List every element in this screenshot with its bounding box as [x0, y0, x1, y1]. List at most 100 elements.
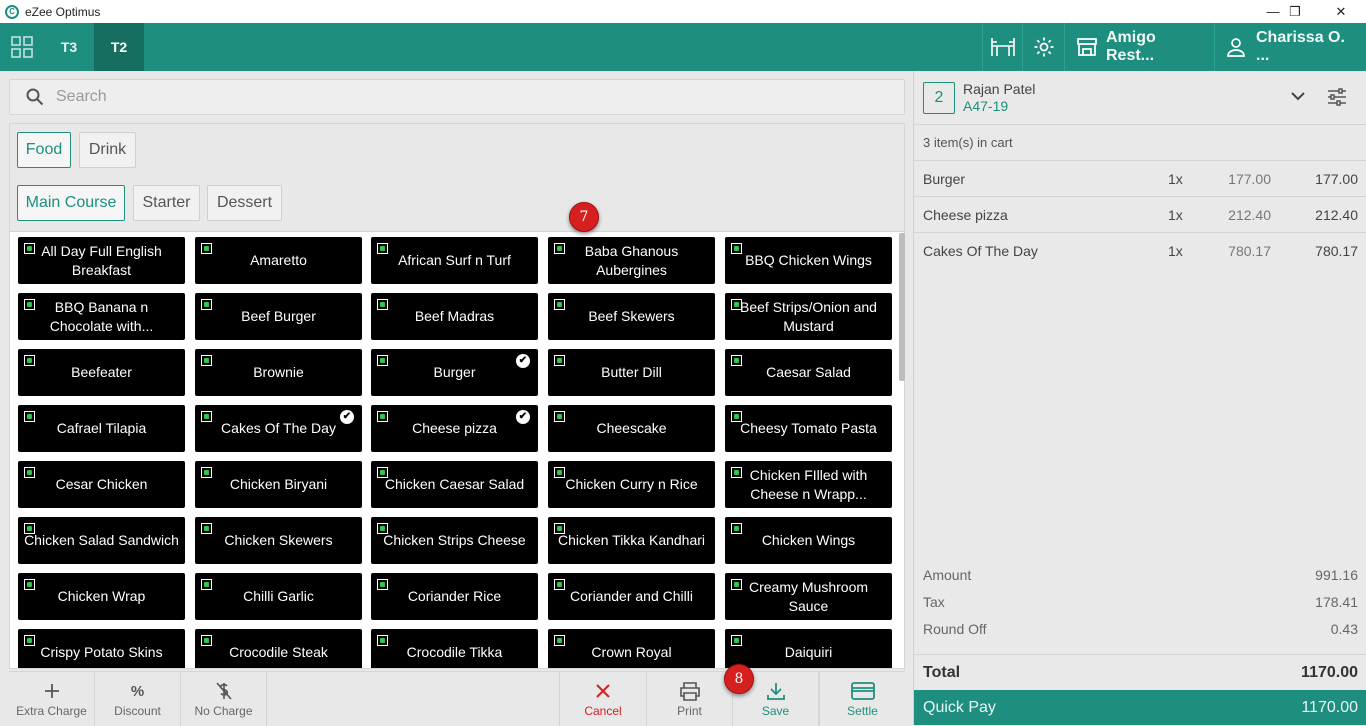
menu-item-tile[interactable]: Beef Madras [371, 293, 538, 340]
menu-item-tile[interactable]: Chicken Biryani [195, 461, 362, 508]
menu-item-tile[interactable]: Beef Strips/Onion and Mustard [725, 293, 892, 340]
veg-indicator-icon [377, 355, 388, 366]
menu-item-tile[interactable]: Chicken Strips Cheese [371, 517, 538, 564]
menu-item-tile[interactable]: BBQ Banana n Chocolate with... [18, 293, 185, 340]
menu-item-name: Chicken Curry n Rice [565, 476, 698, 492]
veg-indicator-icon [377, 243, 388, 254]
menu-item-tile[interactable]: Butter Dill [548, 349, 715, 396]
menu-item-tile[interactable]: Amaretto [195, 237, 362, 284]
veg-indicator-icon [554, 411, 565, 422]
menu-item-name: Butter Dill [601, 364, 662, 380]
close-button[interactable]: ✕ [1318, 0, 1364, 23]
tab-t2[interactable]: T2 [94, 23, 144, 71]
subcategory-main-course[interactable]: Main Course [17, 185, 125, 221]
menu-item-grid: All Day Full English Breakfast Amaretto Af… [9, 231, 905, 669]
category-drink[interactable]: Drink [79, 132, 136, 168]
menu-item-name: Crispy Potato Skins [40, 644, 163, 660]
menu-item-name: Cheesy Tomato Pasta [740, 420, 877, 436]
menu-item-tile[interactable]: BBQ Chicken Wings [725, 237, 892, 284]
menu-item-tile[interactable]: Crocodile Steak [195, 629, 362, 668]
discount-button[interactable]: % Discount [95, 672, 181, 726]
menu-item-tile[interactable]: Chicken Wings [725, 517, 892, 564]
extra-charge-button[interactable]: Extra Charge [9, 672, 95, 726]
chevron-down-icon[interactable] [1291, 92, 1305, 102]
selected-check-icon: ✔ [516, 410, 530, 424]
menu-item-tile[interactable]: Crispy Potato Skins [18, 629, 185, 668]
grid-scrollbar[interactable] [899, 233, 905, 381]
menu-item-tile[interactable]: Chicken Salad Sandwich [18, 517, 185, 564]
menu-item-tile[interactable]: African Surf n Turf [371, 237, 538, 284]
menu-item-tile[interactable]: Beefeater [18, 349, 185, 396]
menu-item-tile[interactable]: Cheese pizza ✔ [371, 405, 538, 452]
veg-indicator-icon [24, 411, 35, 422]
line-rate: 780.17 [1228, 243, 1271, 259]
veg-indicator-icon [554, 355, 565, 366]
user-menu[interactable]: Charissa O. ... [1214, 23, 1366, 71]
menu-item-tile[interactable]: Coriander and Chilli [548, 573, 715, 620]
menu-item-tile[interactable]: Burger ✔ [371, 349, 538, 396]
filter-sliders-icon[interactable] [1327, 87, 1347, 107]
table-number[interactable]: 2 [923, 82, 955, 114]
tax-label: Tax [923, 594, 945, 610]
veg-indicator-icon [731, 299, 742, 310]
menu-item-tile[interactable]: All Day Full English Breakfast [18, 237, 185, 284]
menu-item-name: Cesar Chicken [55, 476, 148, 492]
cancel-button[interactable]: Cancel [559, 672, 647, 726]
settle-button[interactable]: Settle [819, 672, 905, 726]
user-name: Charissa O. ... [1256, 29, 1345, 64]
no-dollar-icon [215, 680, 233, 702]
menu-item-tile[interactable]: Baba Ghanous Aubergines [548, 237, 715, 284]
plus-icon [44, 680, 60, 702]
menu-item-tile[interactable]: Chicken Skewers [195, 517, 362, 564]
print-button[interactable]: Print [647, 672, 733, 726]
restore-button[interactable]: ❐ [1272, 0, 1318, 23]
subcategory-dessert[interactable]: Dessert [207, 185, 282, 221]
veg-indicator-icon [731, 355, 742, 366]
line-name: Burger [923, 171, 966, 187]
grid-menu-icon[interactable] [0, 23, 44, 71]
search-icon [26, 88, 44, 106]
menu-item-tile[interactable]: Cafrael Tilapia [18, 405, 185, 452]
menu-item-tile[interactable]: Creamy Mushroom Sauce [725, 573, 892, 620]
table-icon[interactable] [982, 23, 1022, 71]
menu-item-tile[interactable]: Crocodile Tikka [371, 629, 538, 668]
outlet-selector[interactable]: Amigo Rest... [1064, 23, 1214, 71]
menu-item-name: Cakes Of The Day [221, 420, 336, 436]
menu-item-tile[interactable]: Daiquiri [725, 629, 892, 668]
line-qty: 1x [1168, 207, 1183, 223]
action-bar: Extra Charge % Discount No Charge Cancel… [9, 664, 905, 726]
menu-item-tile[interactable]: Chicken FIlled with Cheese n Wrapp... [725, 461, 892, 508]
no-charge-button[interactable]: No Charge [181, 672, 267, 726]
selected-check-icon: ✔ [340, 410, 354, 424]
menu-item-tile[interactable]: Cheescake [548, 405, 715, 452]
menu-item-tile[interactable]: Crown Royal [548, 629, 715, 668]
settings-gear-icon[interactable] [1022, 23, 1064, 71]
menu-item-tile[interactable]: Cakes Of The Day ✔ [195, 405, 362, 452]
cart-line[interactable]: Cakes Of The Day 1x 780.17 780.17 [914, 232, 1366, 268]
tab-t3[interactable]: T3 [44, 23, 94, 71]
cart-line[interactable]: Burger 1x 177.00 177.00 [914, 160, 1366, 196]
menu-item-tile[interactable]: Cesar Chicken [18, 461, 185, 508]
save-label: Save [761, 704, 790, 718]
window-title: eZee Optimus [25, 4, 101, 19]
veg-indicator-icon [201, 523, 212, 534]
quick-pay-button[interactable]: Quick Pay 1170.00 [914, 690, 1366, 725]
category-food[interactable]: Food [17, 132, 71, 168]
menu-item-tile[interactable]: Caesar Salad [725, 349, 892, 396]
menu-item-tile[interactable]: Chicken Wrap [18, 573, 185, 620]
menu-item-tile[interactable]: Chicken Tikka Kandhari [548, 517, 715, 564]
search-input[interactable]: Search [9, 79, 905, 115]
menu-item-tile[interactable]: Beef Skewers [548, 293, 715, 340]
menu-item-tile[interactable]: Coriander Rice [371, 573, 538, 620]
menu-item-tile[interactable]: Cheesy Tomato Pasta [725, 405, 892, 452]
menu-item-tile[interactable]: Beef Burger [195, 293, 362, 340]
menu-item-tile[interactable]: Chilli Garlic [195, 573, 362, 620]
menu-item-tile[interactable]: Chicken Curry n Rice [548, 461, 715, 508]
menu-item-tile[interactable]: Brownie [195, 349, 362, 396]
menu-item-tile[interactable]: Chicken Caesar Salad [371, 461, 538, 508]
download-icon [766, 680, 786, 702]
cart-line[interactable]: Cheese pizza 1x 212.40 212.40 [914, 196, 1366, 232]
subcategory-starter[interactable]: Starter [133, 185, 200, 221]
quick-pay-label: Quick Pay [923, 699, 996, 716]
amount-value: 991.16 [1315, 567, 1358, 583]
